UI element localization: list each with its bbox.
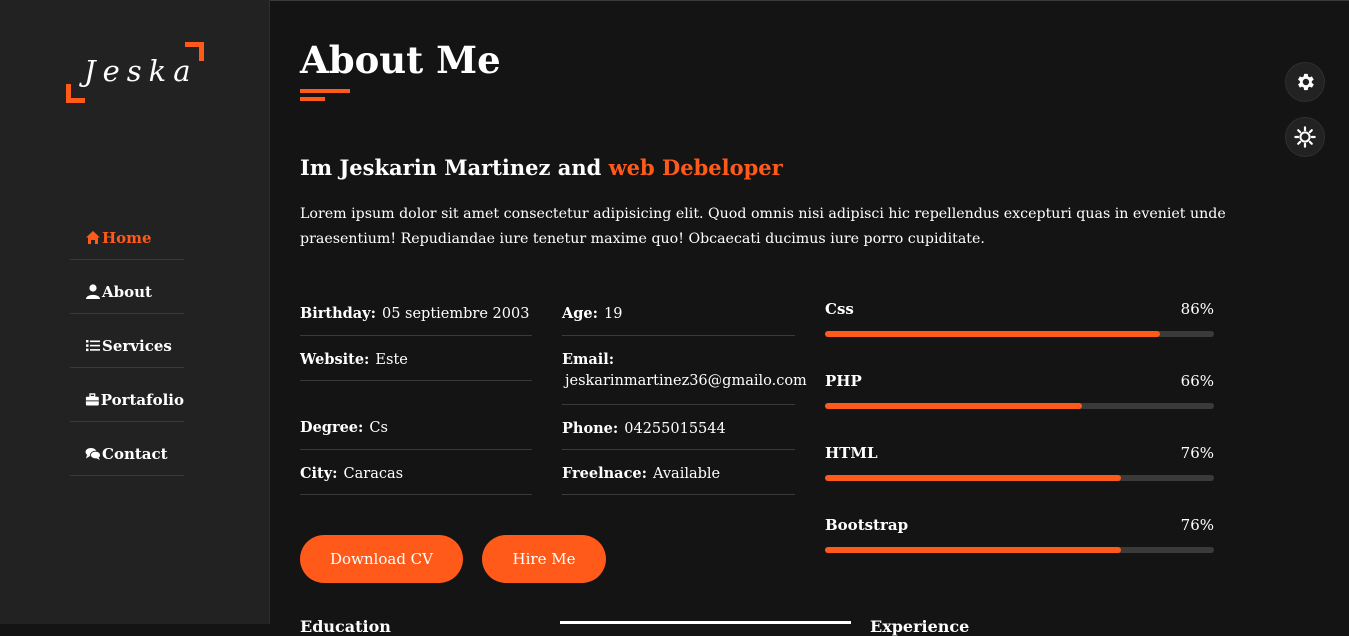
logo-text: Jeska: [84, 54, 198, 88]
info-value: Este: [375, 352, 408, 368]
nav-item-services[interactable]: Services: [70, 314, 184, 368]
comments-icon: [85, 448, 101, 460]
settings-button[interactable]: [1285, 62, 1325, 102]
info-value: Available: [652, 466, 721, 482]
info-row-website: Website: Este: [300, 336, 532, 381]
list-icon: [86, 340, 100, 352]
skill-name: HTML: [825, 444, 878, 462]
nav-item-about[interactable]: About: [70, 260, 184, 314]
skill-fill: [825, 475, 1121, 481]
info-row-age: Age: 19: [562, 290, 795, 336]
info-row-email: Email: jeskarinmartinez36@gmailo.com: [562, 336, 807, 405]
nav-label-home: Home: [102, 228, 152, 247]
nav-label-portafolio: Portafolio: [100, 390, 184, 409]
skill-name: Bootstrap: [825, 516, 909, 534]
nav-item-home[interactable]: Home: [70, 206, 184, 260]
info-label: Degree:: [300, 419, 364, 436]
sidebar: Jeska Home About Services Portafolio Con…: [0, 0, 270, 624]
skill-track: [825, 547, 1214, 553]
info-value: Caracas: [343, 466, 404, 482]
intro-accent: web Debeloper: [608, 155, 783, 180]
skill-name: PHP: [825, 372, 862, 390]
section-heading-education: Education: [300, 617, 391, 636]
info-value: 19: [603, 306, 623, 322]
info-label: Birthday:: [300, 305, 376, 322]
info-value: Cs: [369, 420, 388, 436]
info-label: Phone:: [562, 420, 619, 437]
skill-fill: [825, 331, 1160, 337]
title-underline-long: [300, 89, 350, 93]
info-value: jeskarinmartinez36@gmailo.com: [565, 373, 807, 389]
skill-bootstrap: Bootstrap 76%: [825, 516, 1214, 588]
skill-track: [825, 331, 1214, 337]
download-cv-button[interactable]: Download CV: [300, 535, 463, 583]
intro-heading: Im Jeskarin Martinez and web Debeloper: [300, 155, 783, 180]
page-title: About Me: [300, 38, 501, 82]
info-label: Email:: [562, 351, 615, 368]
theme-toggle-button[interactable]: [1285, 117, 1325, 157]
user-icon: [86, 284, 100, 299]
skill-fill: [825, 403, 1082, 409]
about-description: Lorem ipsum dolor sit amet consectetur a…: [300, 206, 1226, 247]
section-heading-experience: Experience: [870, 617, 970, 636]
skill-name: Css: [825, 300, 854, 318]
logo-corner-bottom-left: [66, 84, 85, 103]
nav-label-contact: Contact: [102, 444, 168, 463]
nav-label-services: Services: [102, 336, 172, 355]
gear-icon: [1298, 73, 1314, 91]
info-label: Age:: [562, 305, 598, 322]
info-row-birthday: Birthday: 05 septiembre 2003: [300, 290, 532, 336]
home-icon: [86, 231, 100, 244]
skill-php: PHP 66%: [825, 372, 1214, 444]
info-row-degree: Degree: Cs: [300, 381, 532, 450]
skill-fill: [825, 547, 1121, 553]
title-underline-short: [300, 97, 325, 101]
skill-css: Css 86%: [825, 300, 1214, 372]
info-value: 05 septiembre 2003: [381, 306, 530, 322]
nav-item-portafolio[interactable]: Portafolio: [70, 368, 184, 422]
skill-percent: 76%: [1180, 444, 1214, 462]
info-column-left: Birthday: 05 septiembre 2003 Website: Este…: [300, 290, 532, 495]
skill-html: HTML 76%: [825, 444, 1214, 516]
info-row-freelance: Freelnace: Available: [562, 450, 795, 495]
main-nav: Home About Services Portafolio Contact: [70, 206, 184, 476]
info-label: Website:: [300, 351, 370, 368]
skill-percent: 86%: [1180, 300, 1214, 318]
skill-track: [825, 475, 1214, 481]
info-row-phone: Phone: 04255015544: [562, 405, 795, 450]
info-column-right: Age: 19 Email: jeskarinmartinez36@gmailo.c…: [562, 290, 807, 495]
hire-me-button[interactable]: Hire Me: [482, 535, 606, 583]
intro-prefix: Im Jeskarin Martinez and: [300, 155, 602, 180]
info-label: Freelnace:: [562, 465, 647, 482]
skills-list: Css 86% PHP 66% HTML 76% Bootstrap 76%: [825, 300, 1214, 588]
skill-percent: 66%: [1180, 372, 1214, 390]
skill-track: [825, 403, 1214, 409]
logo[interactable]: Jeska: [66, 42, 204, 105]
skill-percent: 76%: [1180, 516, 1214, 534]
nav-item-contact[interactable]: Contact: [70, 422, 184, 476]
briefcase-icon: [85, 393, 99, 406]
info-label: City:: [300, 465, 338, 482]
nav-label-about: About: [102, 282, 152, 301]
info-row-city: City: Caracas: [300, 450, 532, 495]
sun-icon: [1294, 126, 1316, 148]
info-value: 04255015544: [624, 421, 726, 437]
